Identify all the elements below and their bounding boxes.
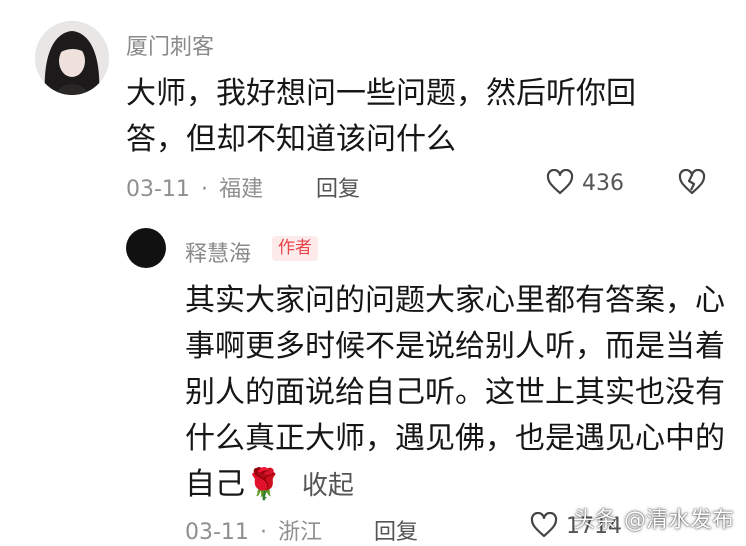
avatar-portrait-image <box>35 21 109 95</box>
collapse-link[interactable]: 收起 <box>302 471 354 501</box>
rose-emoji-icon: 🌹 <box>245 467 283 502</box>
broken-heart-icon <box>678 169 706 195</box>
commenter-username[interactable]: 厦门刺客 <box>126 29 214 61</box>
heart-outline-icon <box>530 512 558 538</box>
comment-like-count: 436 <box>582 171 624 196</box>
reply-location: 浙江 <box>278 520 323 545</box>
watermark: 头条 @清水发布 <box>573 508 734 533</box>
meta-separator: · <box>260 520 268 545</box>
comment-date: 03-11 <box>126 177 190 202</box>
like-button[interactable] <box>546 169 574 195</box>
heart-outline-icon <box>546 169 574 195</box>
reply-like-button[interactable] <box>530 512 558 538</box>
reply-reply-button[interactable]: 回复 <box>374 514 418 546</box>
author-avatar[interactable] <box>126 228 166 268</box>
reply-username[interactable]: 释慧海 <box>185 236 251 268</box>
comment-meta: 03-11 · 福建 <box>126 171 263 203</box>
comment-reply-button[interactable]: 回复 <box>316 171 360 203</box>
reply-date: 03-11 <box>185 520 249 545</box>
dislike-button[interactable] <box>678 169 706 195</box>
comment-location: 福建 <box>219 177 264 202</box>
reply-meta: 03-11 · 浙江 <box>185 514 322 546</box>
author-badge: 作者 <box>272 236 318 261</box>
reply-text: 其实大家问的问题大家心里都有答案，心事啊更多时候不是说给别人听，而是当着别人的面… <box>185 278 730 509</box>
meta-separator: · <box>201 177 209 202</box>
commenter-avatar[interactable] <box>35 21 109 95</box>
comment-text: 大师，我好想问一些问题，然后听你回答，但却不知道该问什么 <box>126 76 636 157</box>
